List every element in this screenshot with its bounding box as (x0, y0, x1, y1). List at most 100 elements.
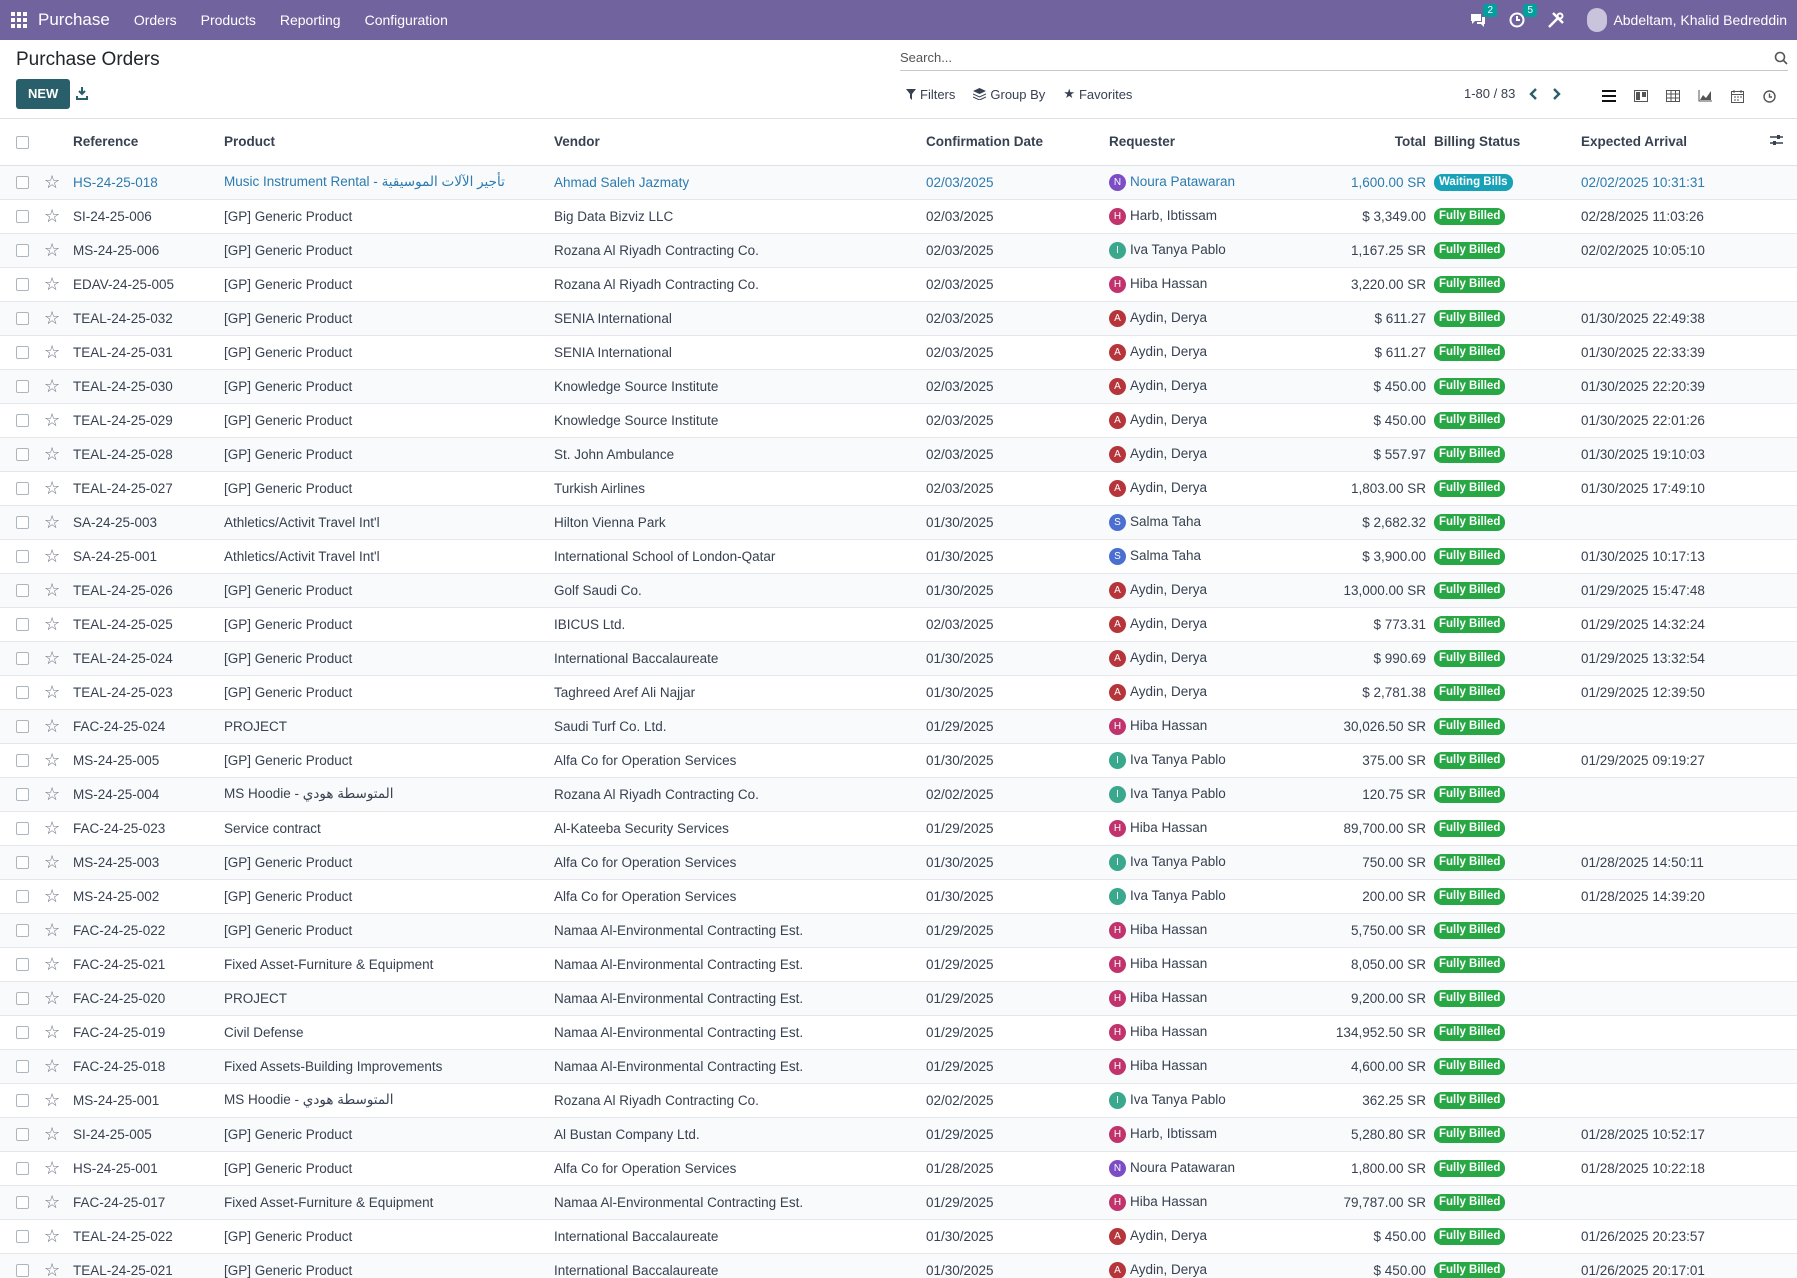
cell-reference[interactable]: FAC-24-25-023 (73, 811, 224, 846)
favorite-star-icon[interactable]: ☆ (44, 1117, 73, 1152)
favorite-star-icon[interactable]: ☆ (44, 777, 73, 812)
row-checkbox[interactable] (0, 403, 44, 438)
row-checkbox[interactable] (0, 437, 44, 472)
pivot-view-icon[interactable] (1657, 84, 1689, 108)
cell-reference[interactable]: TEAL-24-25-027 (73, 471, 224, 506)
favorite-star-icon[interactable]: ☆ (44, 505, 73, 540)
favorite-star-icon[interactable]: ☆ (44, 1151, 73, 1186)
cell-reference[interactable]: HS-24-25-001 (73, 1151, 224, 1186)
row-checkbox[interactable] (0, 335, 44, 370)
chevron-left-icon[interactable] (1529, 87, 1538, 100)
row-checkbox[interactable] (0, 811, 44, 846)
cell-reference[interactable]: MS-24-25-002 (73, 879, 224, 914)
row-checkbox[interactable] (0, 1185, 44, 1220)
new-button[interactable]: NEW (16, 79, 71, 109)
table-row[interactable]: ☆ FAC-24-25-021 Fixed Asset-Furniture & Eq… (0, 947, 1797, 982)
cell-reference[interactable]: MS-24-25-001 (73, 1083, 224, 1118)
row-checkbox[interactable] (0, 539, 44, 574)
favorite-star-icon[interactable]: ☆ (44, 437, 73, 472)
favorite-star-icon[interactable]: ☆ (44, 267, 73, 302)
favorite-star-icon[interactable]: ☆ (44, 641, 73, 676)
search-input[interactable] (900, 50, 1774, 65)
row-checkbox[interactable] (0, 1117, 44, 1152)
cell-reference[interactable]: EDAV-24-25-005 (73, 267, 224, 302)
cell-reference[interactable]: TEAL-24-25-032 (73, 301, 224, 336)
activities-button[interactable]: 5 (1509, 4, 1537, 28)
cell-reference[interactable]: FAC-24-25-022 (73, 913, 224, 948)
col-confirmation-date[interactable]: Confirmation Date (926, 119, 1109, 166)
menu-configuration[interactable]: Configuration (353, 12, 460, 28)
cell-reference[interactable]: TEAL-24-25-024 (73, 641, 224, 676)
favorite-star-icon[interactable]: ☆ (44, 471, 73, 506)
row-checkbox[interactable] (0, 1049, 44, 1084)
row-checkbox[interactable] (0, 267, 44, 302)
table-row[interactable]: ☆ HS-24-25-018 Music Instrument Rental - ت… (0, 165, 1797, 200)
apps-menu-icon[interactable] (0, 0, 38, 40)
col-product[interactable]: Product (224, 119, 554, 166)
table-row[interactable]: ☆ TEAL-24-25-030 [GP] Generic Product Knowl… (0, 369, 1797, 404)
search-icon[interactable] (1774, 51, 1788, 65)
cell-reference[interactable]: FAC-24-25-019 (73, 1015, 224, 1050)
favorite-star-icon[interactable]: ☆ (44, 403, 73, 438)
table-row[interactable]: ☆ MS-24-25-006 [GP] Generic Product Rozana … (0, 233, 1797, 268)
col-requester[interactable]: Requester (1109, 119, 1279, 166)
row-checkbox[interactable] (0, 471, 44, 506)
row-checkbox[interactable] (0, 301, 44, 336)
table-row[interactable]: ☆ TEAL-24-25-027 [GP] Generic Product Turki… (0, 471, 1797, 506)
row-checkbox[interactable] (0, 913, 44, 948)
user-menu[interactable]: Abdeltam, Khalid Bedreddin (1587, 8, 1787, 32)
pager-value[interactable]: 1-80 / 83 (1464, 86, 1515, 101)
row-checkbox[interactable] (0, 199, 44, 234)
col-total[interactable]: Total (1279, 119, 1434, 166)
table-row[interactable]: ☆ SI-24-25-005 [GP] Generic Product Al Bust… (0, 1117, 1797, 1152)
debug-tools-button[interactable] (1547, 11, 1565, 29)
favorite-star-icon[interactable]: ☆ (44, 879, 73, 914)
cell-reference[interactable]: TEAL-24-25-021 (73, 1253, 224, 1278)
menu-reporting[interactable]: Reporting (268, 12, 353, 28)
col-billing-status[interactable]: Billing Status (1434, 119, 1581, 166)
row-checkbox[interactable] (0, 573, 44, 608)
favorite-star-icon[interactable]: ☆ (44, 233, 73, 268)
cell-reference[interactable]: TEAL-24-25-025 (73, 607, 224, 642)
favorite-star-icon[interactable]: ☆ (44, 913, 73, 948)
cell-reference[interactable]: SA-24-25-003 (73, 505, 224, 540)
favorite-star-icon[interactable]: ☆ (44, 981, 73, 1016)
cell-reference[interactable]: HS-24-25-018 (73, 165, 224, 200)
table-row[interactable]: ☆ FAC-24-25-018 Fixed Assets-Building Impr… (0, 1049, 1797, 1084)
table-row[interactable]: ☆ HS-24-25-001 [GP] Generic Product Alfa Co… (0, 1151, 1797, 1186)
cell-reference[interactable]: SI-24-25-005 (73, 1117, 224, 1152)
graph-view-icon[interactable] (1689, 84, 1721, 108)
row-checkbox[interactable] (0, 709, 44, 744)
table-row[interactable]: ☆ MS-24-25-001 MS Hoodie - المتوسطة هودي Ro… (0, 1083, 1797, 1118)
favorite-star-icon[interactable]: ☆ (44, 743, 73, 778)
row-checkbox[interactable] (0, 1253, 44, 1278)
row-checkbox[interactable] (0, 879, 44, 914)
table-row[interactable]: ☆ MS-24-25-002 [GP] Generic Product Alfa Co… (0, 879, 1797, 914)
favorite-star-icon[interactable]: ☆ (44, 1253, 73, 1278)
table-row[interactable]: ☆ TEAL-24-25-029 [GP] Generic Product Knowl… (0, 403, 1797, 438)
table-row[interactable]: ☆ TEAL-24-25-028 [GP] Generic Product St. J… (0, 437, 1797, 472)
favorite-star-icon[interactable]: ☆ (44, 199, 73, 234)
row-checkbox[interactable] (0, 675, 44, 710)
list-view-icon[interactable] (1593, 84, 1625, 108)
cell-reference[interactable]: MS-24-25-006 (73, 233, 224, 268)
cell-reference[interactable]: FAC-24-25-021 (73, 947, 224, 982)
table-row[interactable]: ☆ TEAL-24-25-021 [GP] Generic Product Inter… (0, 1253, 1797, 1278)
row-checkbox[interactable] (0, 641, 44, 676)
filters-button[interactable]: Filters (906, 86, 955, 102)
col-reference[interactable]: Reference (73, 119, 224, 166)
favorite-star-icon[interactable]: ☆ (44, 1049, 73, 1084)
row-checkbox[interactable] (0, 1083, 44, 1118)
favorite-star-icon[interactable]: ☆ (44, 1083, 73, 1118)
optional-columns-icon[interactable] (1770, 119, 1797, 166)
menu-products[interactable]: Products (189, 12, 268, 28)
row-checkbox[interactable] (0, 1151, 44, 1186)
favorite-star-icon[interactable]: ☆ (44, 1015, 73, 1050)
table-row[interactable]: ☆ TEAL-24-25-023 [GP] Generic Product Taghr… (0, 675, 1797, 710)
table-row[interactable]: ☆ MS-24-25-005 [GP] Generic Product Alfa Co… (0, 743, 1797, 778)
table-row[interactable]: ☆ FAC-24-25-023 Service contract Al-Kateeba… (0, 811, 1797, 846)
table-row[interactable]: ☆ FAC-24-25-022 [GP] Generic Product Namaa … (0, 913, 1797, 948)
cell-reference[interactable]: SI-24-25-006 (73, 199, 224, 234)
chevron-right-icon[interactable] (1552, 87, 1562, 100)
table-row[interactable]: ☆ MS-24-25-003 [GP] Generic Product Alfa Co… (0, 845, 1797, 880)
